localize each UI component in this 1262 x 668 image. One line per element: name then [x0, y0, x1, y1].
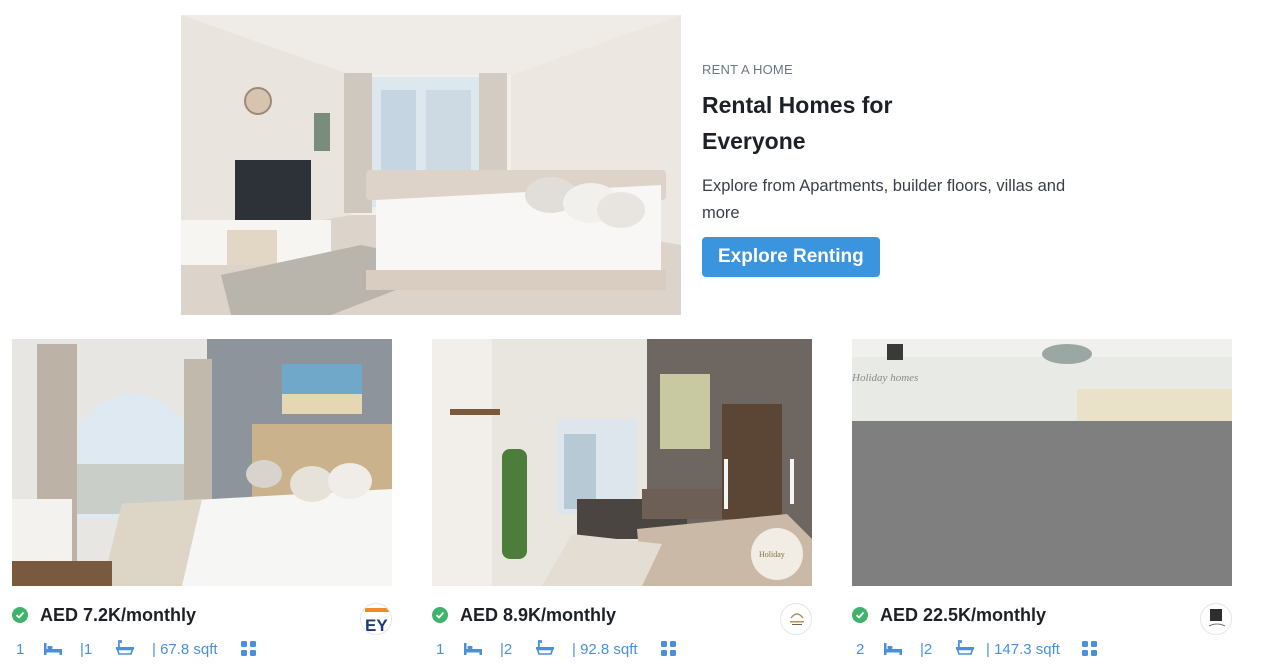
verified-check-icon: [12, 607, 28, 623]
agency-logo[interactable]: EY: [360, 603, 392, 635]
price-row: AED 7.2K/monthly EY: [12, 603, 392, 635]
specs-row: 2 |2 | 147.3 sqft: [852, 639, 1232, 659]
verified-check-icon: [852, 607, 868, 623]
bathtub-icon: [116, 640, 134, 655]
bathtub-icon: [956, 640, 974, 655]
area: | 147.3 sqft: [986, 641, 1060, 658]
listing-photo[interactable]: [12, 339, 392, 586]
area: | 92.8 sqft: [572, 641, 638, 658]
bed-icon: [464, 643, 482, 655]
grid-icon[interactable]: [241, 641, 256, 656]
grid-icon[interactable]: [1082, 641, 1097, 656]
price-row: AED 22.5K/monthly: [852, 603, 1232, 635]
specs-row: 1 |2 | 92.8 sqft: [432, 639, 812, 659]
listing-price: AED 22.5K/monthly: [880, 605, 1047, 625]
bath-count: |1: [80, 641, 93, 658]
bed-icon: [44, 643, 62, 655]
listing-card[interactable]: Holiday homes AED 22.5K/monthly 2 |2 | 1…: [852, 339, 1232, 668]
bed-count: 1: [16, 641, 25, 658]
bed-count: 2: [856, 641, 865, 658]
listing-photo[interactable]: Holiday: [432, 339, 812, 586]
bed-count: 1: [436, 641, 445, 658]
hero-image: [181, 15, 681, 315]
price-row: AED 8.9K/monthly: [432, 603, 812, 635]
listing-price: AED 8.9K/monthly: [460, 605, 617, 625]
area: | 67.8 sqft: [152, 641, 218, 658]
listing-card[interactable]: Holiday AED 8.9K/monthly 1 |2 | 92.8 sqf…: [432, 339, 812, 668]
listing-photo[interactable]: Holiday homes: [852, 339, 1232, 586]
bath-count: |2: [500, 641, 513, 658]
listing-card[interactable]: AED 7.2K/monthly EY 1 |1 | 67.8 sqft: [12, 339, 392, 668]
agency-logo[interactable]: [780, 603, 812, 635]
bed-icon: [884, 643, 902, 655]
hero-description: Explore from Apartments, builder floors,…: [702, 177, 1066, 222]
svg-text:Holiday homes: Holiday homes: [852, 372, 918, 384]
specs-row: 1 |1 | 67.8 sqft: [12, 639, 392, 659]
hero-title: Rental Homes for Everyone: [702, 92, 893, 154]
hero-eyebrow: RENT A HOME: [702, 62, 793, 77]
grid-icon[interactable]: [661, 641, 676, 656]
agency-logo[interactable]: [1200, 603, 1232, 635]
svg-text:EY: EY: [365, 616, 388, 635]
explore-renting-button[interactable]: Explore Renting: [702, 237, 880, 277]
listing-price: AED 7.2K/monthly: [40, 605, 197, 625]
bath-count: |2: [920, 641, 933, 658]
bathtub-icon: [536, 640, 554, 655]
hero-section: RENT A HOME Rental Homes for Everyone Ex…: [702, 62, 1082, 277]
verified-check-icon: [432, 607, 448, 623]
svg-text:Holiday: Holiday: [759, 550, 785, 559]
